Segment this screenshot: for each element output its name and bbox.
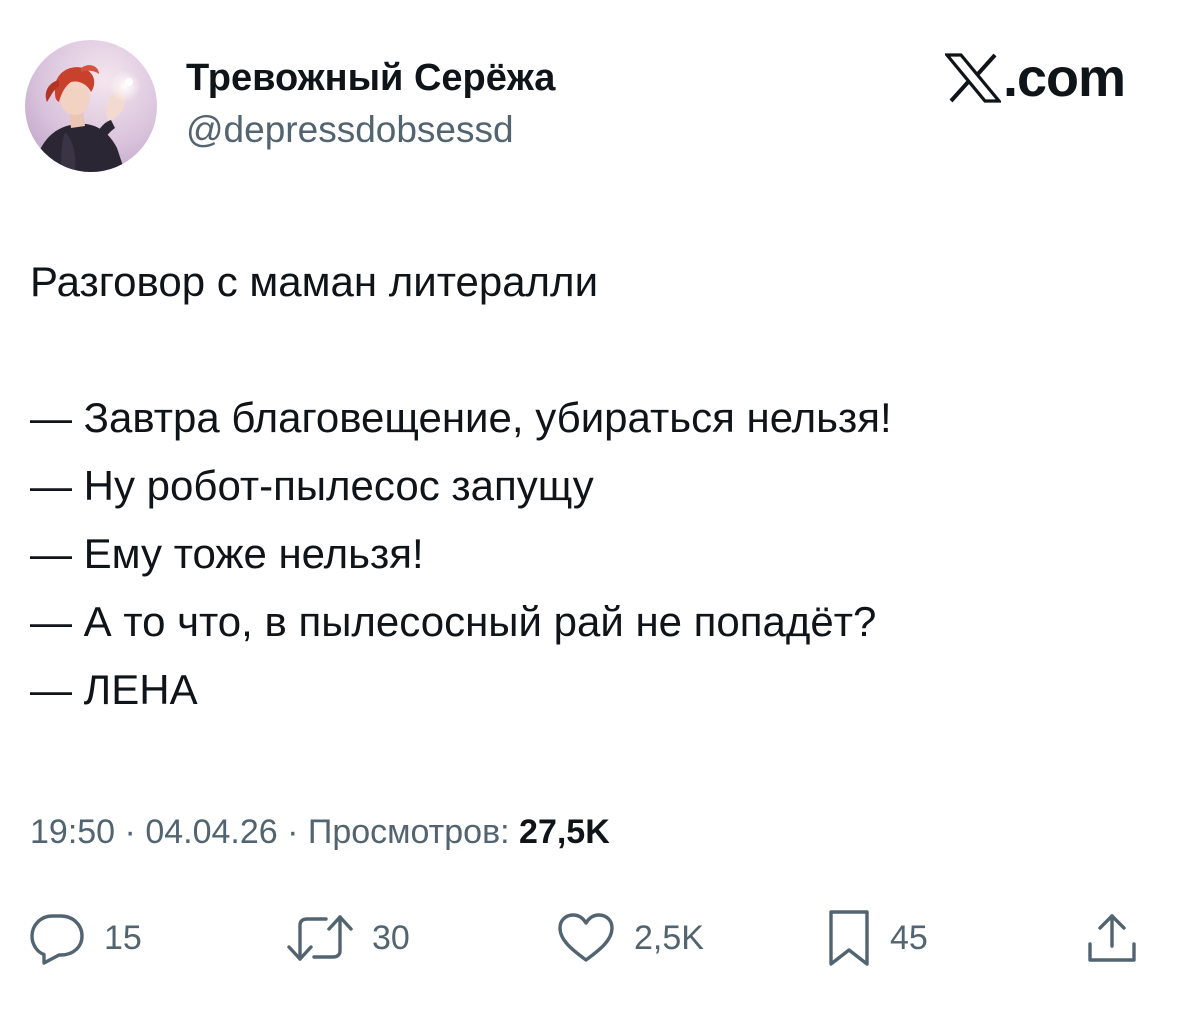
reply-count: 15 [104,919,142,957]
share-button[interactable] [1084,908,1140,968]
action-bar: 15 30 2,5K 45 [0,908,1179,968]
tweet-line: — Ну робот-пылесос запущу [30,462,594,509]
views-count: 27,5K [519,813,610,851]
tweet-line: — ЛЕНА [30,666,198,713]
like-button[interactable]: 2,5K [556,908,704,968]
retweet-button[interactable]: 30 [286,908,410,968]
tweet-time[interactable]: 19:50 [30,813,115,851]
author-handle[interactable]: @depressdobsessd [186,108,514,152]
tweet-date[interactable]: 04.04.26 [145,813,277,851]
x-logo-icon [944,53,1001,103]
avatar-image [25,40,157,172]
share-icon [1088,914,1136,962]
tweet-line: — А то что, в пылесосный рай не попадёт? [30,598,877,645]
avatar[interactable] [25,40,157,172]
bookmark-button[interactable]: 45 [826,908,928,968]
meta-separator: · [277,813,308,851]
meta-separator: · [115,813,146,851]
tweet-line: — Завтра благовещение, убираться нельзя! [30,394,892,441]
bookmark-icon [829,910,869,966]
heart-icon [558,913,614,962]
tweet-line: Разговор с маман литералли [30,258,599,305]
retweet-icon [287,915,353,961]
author-display-name[interactable]: Тревожный Серёжа [186,56,555,100]
like-count: 2,5K [634,919,704,957]
views-label: Просмотров: [307,813,520,851]
retweet-count: 30 [372,919,410,957]
tweet-meta: 19:50 · 04.04.26 · Просмотров: 27,5K [30,808,610,856]
tweet-text: Разговор с маман литералли — Завтра благ… [30,248,1150,724]
tweet-line: — Ему тоже нельзя! [30,530,424,577]
reply-button[interactable]: 15 [28,908,142,968]
reply-icon [30,914,84,965]
bookmark-count: 45 [890,919,928,957]
brand-logo: .com [944,48,1126,108]
brand-text: .com [1002,48,1126,108]
